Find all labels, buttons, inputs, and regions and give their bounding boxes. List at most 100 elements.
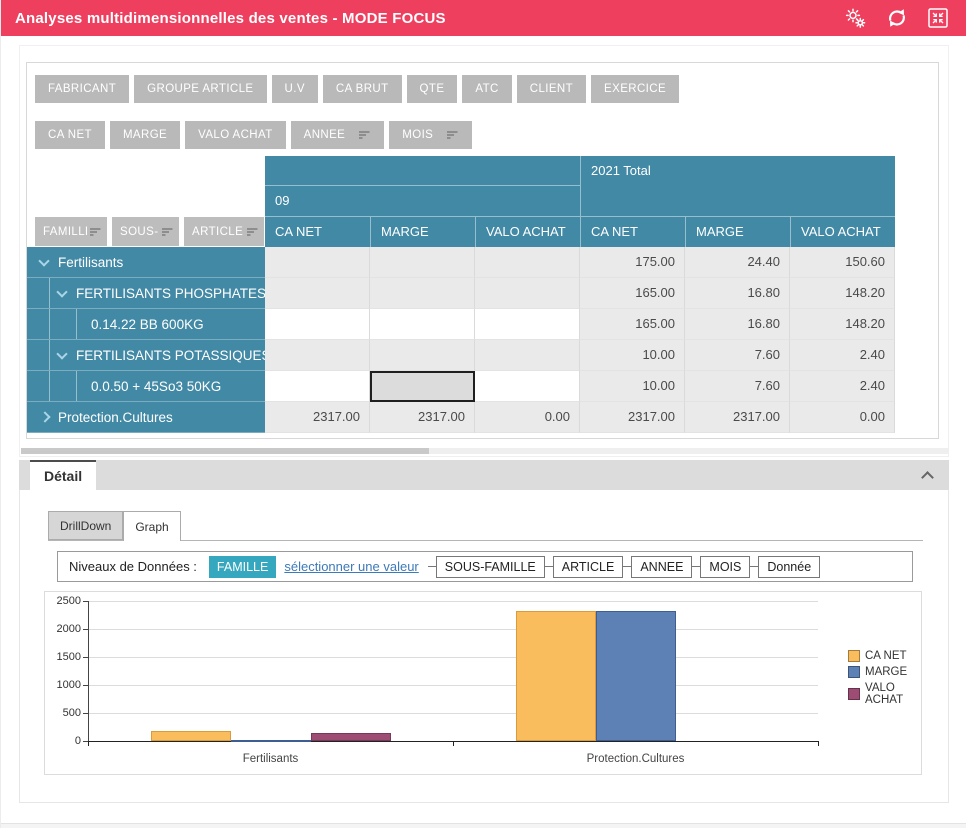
data-cell[interactable]: [265, 309, 370, 340]
level-article[interactable]: ARTICLE: [553, 556, 624, 578]
data-cell[interactable]: 150.60: [790, 247, 895, 278]
data-cell[interactable]: 148.20: [790, 278, 895, 309]
legend-item: MARGE: [848, 666, 921, 678]
dimension-mois[interactable]: MOIS: [389, 121, 472, 149]
refresh-icon[interactable]: [887, 8, 907, 28]
detail-section-bar[interactable]: Détail: [19, 460, 949, 490]
row-header-fertilisants-phosphates[interactable]: FERTILISANTS PHOSPHATES: [27, 278, 265, 309]
dimension-qte[interactable]: QTE: [407, 75, 458, 103]
data-cell[interactable]: [265, 278, 370, 309]
level-donn-e[interactable]: Donnée: [758, 556, 820, 578]
column-group-09[interactable]: 09: [265, 186, 580, 217]
dimension-article[interactable]: ARTICLE: [184, 217, 264, 246]
dimension-exercice[interactable]: EXERCICE: [591, 75, 679, 103]
row-header-fertilisants[interactable]: Fertilisants: [27, 247, 265, 278]
row-header-fertilisants-potassiques[interactable]: FERTILISANTS POTASSIQUES: [27, 340, 265, 371]
data-cell[interactable]: 24.40: [685, 247, 790, 278]
select-value-link[interactable]: sélectionner une valeur: [284, 559, 418, 574]
data-cell[interactable]: 2317.00: [265, 402, 370, 433]
bar-valo-achat-fertilisants: [311, 733, 391, 741]
data-cell[interactable]: 0.00: [790, 402, 895, 433]
data-cell[interactable]: 10.00: [580, 340, 685, 371]
level-annee[interactable]: ANNEE: [631, 556, 692, 578]
gears-icon[interactable]: [845, 8, 866, 28]
dimension-marge[interactable]: MARGE: [110, 121, 180, 149]
y-tick-label: 0: [45, 735, 81, 747]
dimension-label: EXERCICE: [604, 83, 666, 95]
data-cell[interactable]: [475, 371, 580, 402]
sort-icon: [161, 227, 174, 237]
column-group-2021-total[interactable]: 2021 Total: [580, 156, 895, 217]
data-cell[interactable]: [475, 309, 580, 340]
measure-header-ca-net[interactable]: CA NET: [580, 217, 685, 247]
tab-drilldown[interactable]: DrillDown: [48, 511, 123, 540]
dimension-client[interactable]: CLIENT: [517, 75, 586, 103]
compress-icon[interactable]: [928, 8, 948, 28]
data-cell[interactable]: 0.00: [475, 402, 580, 433]
data-cell[interactable]: [370, 247, 475, 278]
measure-header-ca-net[interactable]: CA NET: [265, 217, 370, 247]
measure-header-valo-achat[interactable]: VALO ACHAT: [475, 217, 580, 247]
data-cell[interactable]: 165.00: [580, 309, 685, 340]
chevron-right-icon[interactable]: [39, 411, 50, 422]
data-cell[interactable]: [265, 340, 370, 371]
row-header-0-0-50-45so3-50kg[interactable]: 0.0.50 + 45So3 50KG: [27, 371, 265, 402]
dimension-ca-brut[interactable]: CA BRUT: [323, 75, 402, 103]
dimension-annee[interactable]: ANNEE: [291, 121, 385, 149]
data-cell[interactable]: [475, 247, 580, 278]
dimension-u-v[interactable]: U.V: [272, 75, 318, 103]
data-cell[interactable]: 2317.00: [370, 402, 475, 433]
data-cell[interactable]: 16.80: [685, 278, 790, 309]
level-sous-famille[interactable]: SOUS-FAMILLE: [436, 556, 545, 578]
data-cell[interactable]: 2.40: [790, 340, 895, 371]
chevron-down-icon[interactable]: [56, 348, 67, 359]
data-cell[interactable]: 165.00: [580, 278, 685, 309]
x-category-label: Fertilisants: [243, 753, 299, 765]
detail-section-tab[interactable]: Détail: [30, 460, 96, 490]
pivot-row: Protection.Cultures2317.002317.000.00231…: [27, 402, 895, 433]
dimension-sous-famille[interactable]: SOUS-FAMILLE: [112, 217, 179, 246]
tab-graph[interactable]: Graph: [123, 511, 180, 541]
y-tick-label: 2000: [45, 623, 81, 635]
data-cell[interactable]: 2317.00: [685, 402, 790, 433]
level-famille-active[interactable]: FAMILLE: [209, 556, 276, 578]
dimension-label: MOIS: [402, 129, 433, 141]
data-cell[interactable]: [370, 309, 475, 340]
data-cell[interactable]: 7.60: [685, 340, 790, 371]
level-mois[interactable]: MOIS: [700, 556, 750, 578]
data-cell[interactable]: [265, 371, 370, 402]
y-tick-label: 1500: [45, 651, 81, 663]
row-header-protection-cultures[interactable]: Protection.Cultures: [27, 402, 265, 433]
data-cell[interactable]: [475, 340, 580, 371]
selected-data-cell[interactable]: [370, 371, 475, 402]
measure-header-marge[interactable]: MARGE: [370, 217, 475, 247]
data-cell[interactable]: [265, 247, 370, 278]
data-cell[interactable]: [475, 278, 580, 309]
data-cell[interactable]: 2.40: [790, 371, 895, 402]
dimension-famille[interactable]: FAMILLE: [35, 217, 107, 246]
data-cell[interactable]: 2317.00: [580, 402, 685, 433]
chevron-down-icon[interactable]: [38, 255, 49, 266]
horizontal-scrollbar[interactable]: [21, 448, 949, 454]
data-cell[interactable]: 10.00: [580, 371, 685, 402]
dimension-atc[interactable]: ATC: [462, 75, 511, 103]
bottom-strip: [1, 823, 966, 828]
data-cell[interactable]: 7.60: [685, 371, 790, 402]
dimension-label: QTE: [420, 83, 445, 95]
measure-header-valo-achat[interactable]: VALO ACHAT: [790, 217, 895, 247]
data-cell[interactable]: [370, 278, 475, 309]
data-cell[interactable]: [370, 340, 475, 371]
dimension-fabricant[interactable]: FABRICANT: [35, 75, 129, 103]
scrollbar-thumb[interactable]: [21, 448, 429, 454]
dimension-valo-achat[interactable]: VALO ACHAT: [185, 121, 286, 149]
dimension-groupe-article[interactable]: GROUPE ARTICLE: [134, 75, 266, 103]
data-cell[interactable]: 175.00: [580, 247, 685, 278]
gridline: [88, 657, 818, 658]
chevron-up-icon[interactable]: [921, 471, 934, 484]
data-cell[interactable]: 148.20: [790, 309, 895, 340]
dimension-ca-net[interactable]: CA NET: [35, 121, 105, 149]
row-header-0-14-22-bb-600kg[interactable]: 0.14.22 BB 600KG: [27, 309, 265, 340]
chevron-down-icon[interactable]: [56, 286, 67, 297]
data-cell[interactable]: 16.80: [685, 309, 790, 340]
measure-header-marge[interactable]: MARGE: [685, 217, 790, 247]
